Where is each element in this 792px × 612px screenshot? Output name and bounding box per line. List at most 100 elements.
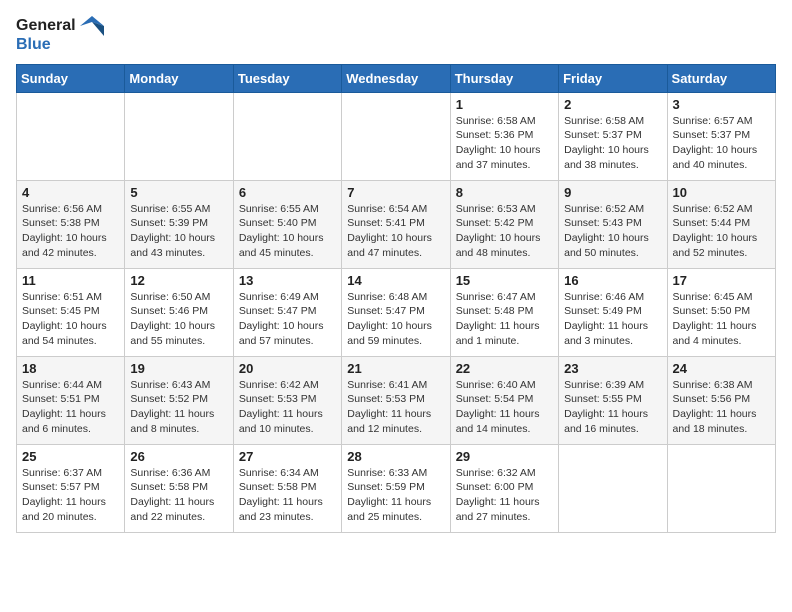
day-info: Sunrise: 6:51 AM Sunset: 5:45 PM Dayligh… — [22, 290, 119, 349]
day-number: 20 — [239, 361, 336, 376]
logo-bird-icon — [80, 16, 104, 36]
calendar-cell — [233, 92, 341, 180]
day-info: Sunrise: 6:42 AM Sunset: 5:53 PM Dayligh… — [239, 378, 336, 437]
calendar-week-row: 4 Sunrise: 6:56 AM Sunset: 5:38 PM Daylig… — [17, 180, 776, 268]
day-info: Sunrise: 6:55 AM Sunset: 5:40 PM Dayligh… — [239, 202, 336, 261]
calendar-cell: 10 Sunrise: 6:52 AM Sunset: 5:44 PM Dayli… — [667, 180, 775, 268]
calendar-week-row: 11Sunrise: 6:51 AM Sunset: 5:45 PM Dayli… — [17, 268, 776, 356]
day-number: 6 — [239, 185, 336, 200]
day-info: Sunrise: 6:52 AM Sunset: 5:44 PM Dayligh… — [673, 202, 770, 261]
day-number: 12 — [130, 273, 227, 288]
day-number: 10 — [673, 185, 770, 200]
day-info: Sunrise: 6:49 AM Sunset: 5:47 PM Dayligh… — [239, 290, 336, 349]
calendar-cell: 13 Sunrise: 6:49 AM Sunset: 5:47 PM Dayli… — [233, 268, 341, 356]
day-info: Sunrise: 6:44 AM Sunset: 5:51 PM Dayligh… — [22, 378, 119, 437]
day-of-week-header: Thursday — [450, 64, 558, 92]
day-number: 29 — [456, 449, 553, 464]
calendar-cell: 4 Sunrise: 6:56 AM Sunset: 5:38 PM Daylig… — [17, 180, 125, 268]
calendar-cell: 23 Sunrise: 6:39 AM Sunset: 5:55 PM Dayli… — [559, 356, 667, 444]
day-info: Sunrise: 6:58 AM Sunset: 5:37 PM Dayligh… — [564, 114, 661, 173]
calendar-cell: 1 Sunrise: 6:58 AM Sunset: 5:36 PM Daylig… — [450, 92, 558, 180]
day-info: Sunrise: 6:56 AM Sunset: 5:38 PM Dayligh… — [22, 202, 119, 261]
day-info: Sunrise: 6:43 AM Sunset: 5:52 PM Dayligh… — [130, 378, 227, 437]
day-info: Sunrise: 6:41 AM Sunset: 5:53 PM Dayligh… — [347, 378, 444, 437]
calendar-cell: 14 Sunrise: 6:48 AM Sunset: 5:47 PM Dayli… — [342, 268, 450, 356]
day-number: 14 — [347, 273, 444, 288]
calendar-cell: 17 Sunrise: 6:45 AM Sunset: 5:50 PM Dayli… — [667, 268, 775, 356]
day-info: Sunrise: 6:55 AM Sunset: 5:39 PM Dayligh… — [130, 202, 227, 261]
day-of-week-header: Tuesday — [233, 64, 341, 92]
calendar-cell: 8 Sunrise: 6:53 AM Sunset: 5:42 PM Daylig… — [450, 180, 558, 268]
day-of-week-header: Wednesday — [342, 64, 450, 92]
day-number: 2 — [564, 97, 661, 112]
day-number: 28 — [347, 449, 444, 464]
day-number: 17 — [673, 273, 770, 288]
logo: General Blue — [16, 16, 104, 54]
day-info: Sunrise: 6:40 AM Sunset: 5:54 PM Dayligh… — [456, 378, 553, 437]
calendar-cell: 18 Sunrise: 6:44 AM Sunset: 5:51 PM Dayli… — [17, 356, 125, 444]
day-number: 27 — [239, 449, 336, 464]
calendar-cell — [667, 444, 775, 532]
logo-blue: Blue — [16, 36, 51, 54]
day-number: 8 — [456, 185, 553, 200]
day-number: 5 — [130, 185, 227, 200]
calendar-cell: 29 Sunrise: 6:32 AM Sunset: 6:00 PM Dayli… — [450, 444, 558, 532]
day-info: Sunrise: 6:47 AM Sunset: 5:48 PM Dayligh… — [456, 290, 553, 349]
calendar-cell: 2 Sunrise: 6:58 AM Sunset: 5:37 PM Daylig… — [559, 92, 667, 180]
calendar-cell: 26 Sunrise: 6:36 AM Sunset: 5:58 PM Dayli… — [125, 444, 233, 532]
day-info: Sunrise: 6:32 AM Sunset: 6:00 PM Dayligh… — [456, 466, 553, 525]
calendar-week-row: 25 Sunrise: 6:37 AM Sunset: 5:57 PM Dayli… — [17, 444, 776, 532]
day-of-week-header: Friday — [559, 64, 667, 92]
calendar-cell: 21Sunrise: 6:41 AM Sunset: 5:53 PM Dayli… — [342, 356, 450, 444]
day-of-week-header: Sunday — [17, 64, 125, 92]
day-number: 1 — [456, 97, 553, 112]
calendar-cell: 3 Sunrise: 6:57 AM Sunset: 5:37 PM Daylig… — [667, 92, 775, 180]
day-info: Sunrise: 6:34 AM Sunset: 5:58 PM Dayligh… — [239, 466, 336, 525]
calendar-cell: 24Sunrise: 6:38 AM Sunset: 5:56 PM Dayli… — [667, 356, 775, 444]
day-number: 19 — [130, 361, 227, 376]
day-info: Sunrise: 6:53 AM Sunset: 5:42 PM Dayligh… — [456, 202, 553, 261]
day-info: Sunrise: 6:33 AM Sunset: 5:59 PM Dayligh… — [347, 466, 444, 525]
day-info: Sunrise: 6:48 AM Sunset: 5:47 PM Dayligh… — [347, 290, 444, 349]
day-number: 18 — [22, 361, 119, 376]
day-number: 26 — [130, 449, 227, 464]
calendar-cell: 6 Sunrise: 6:55 AM Sunset: 5:40 PM Daylig… — [233, 180, 341, 268]
day-info: Sunrise: 6:37 AM Sunset: 5:57 PM Dayligh… — [22, 466, 119, 525]
day-number: 25 — [22, 449, 119, 464]
calendar-cell: 22 Sunrise: 6:40 AM Sunset: 5:54 PM Dayli… — [450, 356, 558, 444]
day-number: 3 — [673, 97, 770, 112]
day-of-week-header: Monday — [125, 64, 233, 92]
day-info: Sunrise: 6:58 AM Sunset: 5:36 PM Dayligh… — [456, 114, 553, 173]
calendar-cell: 7Sunrise: 6:54 AM Sunset: 5:41 PM Daylig… — [342, 180, 450, 268]
calendar-week-row: 1 Sunrise: 6:58 AM Sunset: 5:36 PM Daylig… — [17, 92, 776, 180]
day-number: 22 — [456, 361, 553, 376]
calendar-cell: 16 Sunrise: 6:46 AM Sunset: 5:49 PM Dayli… — [559, 268, 667, 356]
day-info: Sunrise: 6:46 AM Sunset: 5:49 PM Dayligh… — [564, 290, 661, 349]
calendar-cell: 15 Sunrise: 6:47 AM Sunset: 5:48 PM Dayli… — [450, 268, 558, 356]
day-number: 16 — [564, 273, 661, 288]
day-info: Sunrise: 6:39 AM Sunset: 5:55 PM Dayligh… — [564, 378, 661, 437]
calendar-cell: 9 Sunrise: 6:52 AM Sunset: 5:43 PM Daylig… — [559, 180, 667, 268]
calendar-cell — [17, 92, 125, 180]
calendar-cell — [342, 92, 450, 180]
calendar-week-row: 18 Sunrise: 6:44 AM Sunset: 5:51 PM Dayli… — [17, 356, 776, 444]
day-info: Sunrise: 6:57 AM Sunset: 5:37 PM Dayligh… — [673, 114, 770, 173]
day-info: Sunrise: 6:52 AM Sunset: 5:43 PM Dayligh… — [564, 202, 661, 261]
calendar-cell: 20 Sunrise: 6:42 AM Sunset: 5:53 PM Dayli… — [233, 356, 341, 444]
calendar-cell: 25 Sunrise: 6:37 AM Sunset: 5:57 PM Dayli… — [17, 444, 125, 532]
calendar-cell: 12 Sunrise: 6:50 AM Sunset: 5:46 PM Dayli… — [125, 268, 233, 356]
day-number: 13 — [239, 273, 336, 288]
day-number: 15 — [456, 273, 553, 288]
logo-general: General — [16, 17, 76, 35]
calendar-cell: 19 Sunrise: 6:43 AM Sunset: 5:52 PM Dayli… — [125, 356, 233, 444]
day-info: Sunrise: 6:50 AM Sunset: 5:46 PM Dayligh… — [130, 290, 227, 349]
page-header: General Blue — [16, 16, 776, 54]
day-info: Sunrise: 6:45 AM Sunset: 5:50 PM Dayligh… — [673, 290, 770, 349]
day-info: Sunrise: 6:38 AM Sunset: 5:56 PM Dayligh… — [673, 378, 770, 437]
calendar-cell — [559, 444, 667, 532]
day-number: 9 — [564, 185, 661, 200]
day-number: 23 — [564, 361, 661, 376]
day-info: Sunrise: 6:36 AM Sunset: 5:58 PM Dayligh… — [130, 466, 227, 525]
calendar-cell: 5 Sunrise: 6:55 AM Sunset: 5:39 PM Daylig… — [125, 180, 233, 268]
day-number: 4 — [22, 185, 119, 200]
